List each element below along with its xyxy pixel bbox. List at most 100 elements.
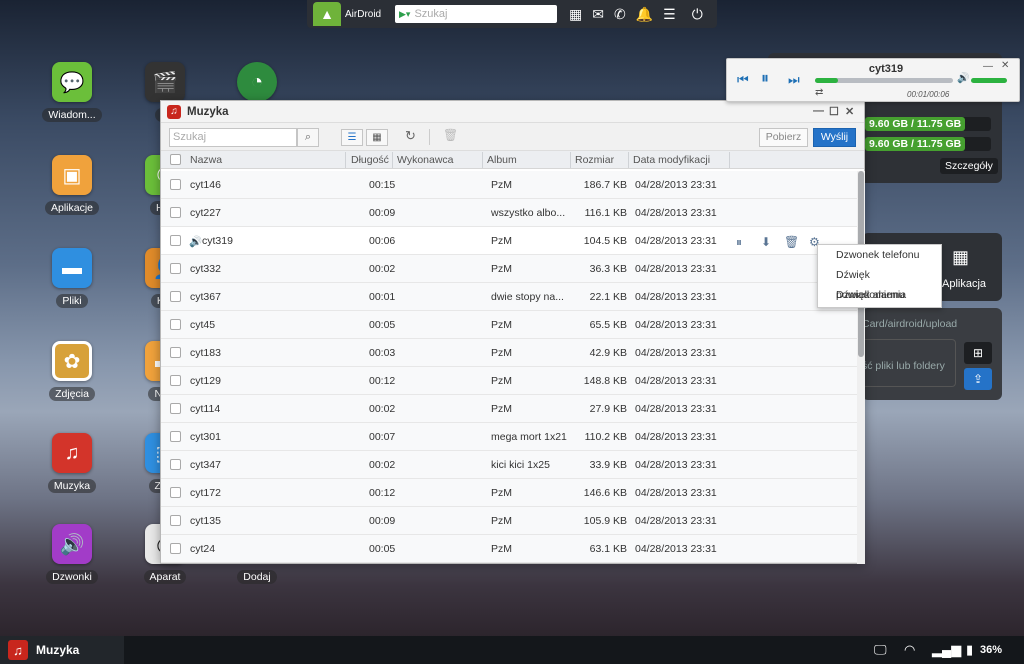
desktop-icon-messages[interactable]: 💬 Wiadom... — [37, 62, 107, 122]
cell-size: 36.3 KB — [589, 263, 627, 275]
window-title: Muzyka — [187, 105, 229, 118]
volume-icon[interactable]: 🔊 — [957, 73, 969, 84]
row-checkbox[interactable] — [170, 403, 181, 414]
previous-icon[interactable]: ⏮ — [737, 72, 749, 88]
upload-panel: Card/airdroid/upload ść pliki lub folder… — [862, 308, 1002, 400]
desktop-icon-ringtones[interactable]: 🔊 Dzwonki — [37, 524, 107, 584]
row-checkbox[interactable] — [170, 347, 181, 358]
grid-view-icon[interactable]: ▦ — [366, 129, 388, 146]
row-checkbox[interactable] — [170, 487, 181, 498]
row-checkbox[interactable] — [170, 431, 181, 442]
phone-icon[interactable]: ✆ — [614, 6, 626, 23]
column-size[interactable]: Rozmiar — [575, 154, 614, 166]
window-titlebar[interactable]: ♫ Muzyka — ☐ ✕ — [161, 101, 864, 123]
desktop-icon-music[interactable]: ♫ Muzyka — [37, 433, 107, 493]
cell-date: 04/28/2013 23:31 — [635, 431, 717, 443]
row-checkbox[interactable] — [170, 459, 181, 470]
column-artist[interactable]: Wykonawca — [397, 154, 454, 166]
messages-icon[interactable]: ✉ — [592, 6, 604, 23]
cell-size: 22.1 KB — [589, 291, 627, 303]
next-icon[interactable]: ⏭ — [788, 72, 800, 88]
table-row[interactable]: 🔊 cyt319 00:06 PzM 104.5 KB 04/28/2013 23:31 ⏸… — [161, 227, 857, 255]
menu-item-ringtone[interactable]: Dzwonek telefonu — [818, 245, 941, 265]
list-view-icon[interactable]: ☰ — [341, 129, 363, 146]
airdroid-logo[interactable]: ▲ AirDroid — [307, 0, 387, 28]
table-row[interactable]: cyt172 00:12 PzM 146.6 KB 04/28/2013 23:31 — [161, 479, 857, 507]
cell-name: cyt146 — [190, 179, 221, 191]
repeat-icon[interactable]: ⇄ — [815, 87, 823, 98]
column-album[interactable]: Album — [487, 154, 517, 166]
cell-length: 00:02 — [369, 403, 396, 415]
top-search-input[interactable]: ▶▾ Szukaj — [395, 5, 557, 23]
player-minimize-icon[interactable]: — — [983, 61, 993, 72]
table-row[interactable]: cyt227 00:09 wszystko albo... 116.1 KB 04/28… — [161, 199, 857, 227]
row-checkbox[interactable] — [170, 263, 181, 274]
notification-icon[interactable]: 🔔 — [636, 6, 653, 23]
row-checkbox[interactable] — [170, 319, 181, 330]
select-all-checkbox[interactable] — [170, 154, 181, 165]
cell-album: PzM — [491, 487, 512, 499]
table-row[interactable]: cyt367 00:01 dwie stopy na... 22.1 KB 04/28/… — [161, 283, 857, 311]
table-row[interactable]: cyt114 00:02 PzM 27.9 KB 04/28/2013 23:31 — [161, 395, 857, 423]
desktop-icon-files[interactable]: ▬ Pliki — [37, 248, 107, 308]
row-checkbox[interactable] — [170, 515, 181, 526]
taskbar-app-label: Muzyka — [36, 643, 80, 657]
search-icon[interactable]: ⌕ — [297, 128, 319, 147]
table-row[interactable]: cyt135 00:09 PzM 105.9 KB 04/28/2013 23:31 — [161, 507, 857, 535]
cell-length: 00:07 — [369, 431, 396, 443]
pause-track-icon[interactable]: ⏸ — [736, 235, 742, 250]
delete-track-icon[interactable]: 🗑 — [784, 235, 799, 249]
power-icon[interactable]: ⏻ — [692, 6, 703, 23]
send-button[interactable]: Wyślij — [813, 128, 856, 147]
cell-album: PzM — [491, 515, 512, 527]
volume-slider[interactable] — [971, 78, 1007, 83]
row-checkbox[interactable] — [170, 235, 181, 246]
upload-folder-button[interactable]: ⊞ — [964, 342, 992, 364]
apps-grid-icon[interactable]: ▦ — [569, 6, 582, 23]
screen-icon[interactable]: 🖵 — [874, 642, 887, 658]
scrollbar[interactable] — [857, 171, 865, 564]
row-checkbox[interactable] — [170, 375, 181, 386]
minimize-icon[interactable]: — — [813, 105, 824, 117]
row-checkbox[interactable] — [170, 543, 181, 554]
download-button[interactable]: Pobierz — [759, 128, 808, 147]
refresh-icon[interactable]: ↻ — [405, 128, 416, 144]
table-row[interactable]: cyt146 00:15 PzM 186.7 KB 04/28/2013 23:31 — [161, 171, 857, 199]
delete-icon[interactable]: 🗑 — [443, 128, 458, 142]
table-row[interactable]: cyt183 00:03 PzM 42.9 KB 04/28/2013 23:31 — [161, 339, 857, 367]
row-checkbox[interactable] — [170, 291, 181, 302]
download-track-icon[interactable]: ⬇ — [761, 235, 771, 249]
menu-item-alarm[interactable]: Dźwięk alarmu — [818, 285, 941, 305]
table-row[interactable]: cyt347 00:02 kici kici 1x25 33.9 KB 04/28/20… — [161, 451, 857, 479]
pause-icon[interactable]: ⏸ — [761, 70, 769, 88]
radar-icon: ◔ — [237, 62, 277, 102]
taskbar-app-music[interactable]: ♫ Muzyka — [0, 636, 124, 664]
music-search-input[interactable]: Szukaj — [169, 128, 297, 147]
table-row[interactable]: cyt24 00:05 PzM 63.1 KB 04/28/2013 23:31 — [161, 535, 857, 563]
column-name[interactable]: Nazwa — [190, 154, 222, 166]
player-close-icon[interactable]: ✕ — [1001, 60, 1009, 71]
table-row[interactable]: cyt129 00:12 PzM 148.8 KB 04/28/2013 23:31 — [161, 367, 857, 395]
column-date[interactable]: Data modyfikacji — [633, 154, 710, 166]
player-progress-bar[interactable] — [815, 78, 953, 83]
details-button[interactable]: Szczegóły — [940, 158, 998, 174]
table-row[interactable]: cyt332 00:02 PzM 36.3 KB 04/28/2013 23:31 — [161, 255, 857, 283]
cell-date: 04/28/2013 23:31 — [635, 179, 717, 191]
row-checkbox[interactable] — [170, 179, 181, 190]
upload-file-button[interactable]: ⇪ — [964, 368, 992, 390]
window-toolbar: Szukaj ⌕ ☰ ▦ ↻ 🗑 Pobierz Wyślij — [161, 123, 864, 151]
cell-album: PzM — [491, 375, 512, 387]
close-icon[interactable]: ✕ — [845, 105, 854, 118]
menu-item-notification[interactable]: Dźwięk powiadomienia — [818, 265, 941, 301]
column-length[interactable]: Długość — [351, 154, 389, 166]
upload-hint: ść pliki lub foldery — [862, 360, 945, 372]
cell-size: 104.5 KB — [583, 235, 627, 247]
menu-icon[interactable]: ☰ — [663, 6, 676, 23]
desktop-icon-apps[interactable]: ▣ Aplikacje — [37, 155, 107, 215]
row-checkbox[interactable] — [170, 207, 181, 218]
desktop-icon-add[interactable]: Dodaj — [222, 570, 292, 584]
maximize-icon[interactable]: ☐ — [829, 105, 839, 118]
table-row[interactable]: cyt301 00:07 mega mort 1x21 110.2 KB 04/28/2… — [161, 423, 857, 451]
desktop-icon-photos[interactable]: ✿ Zdjęcia — [37, 341, 107, 401]
table-row[interactable]: cyt45 00:05 PzM 65.5 KB 04/28/2013 23:31 — [161, 311, 857, 339]
